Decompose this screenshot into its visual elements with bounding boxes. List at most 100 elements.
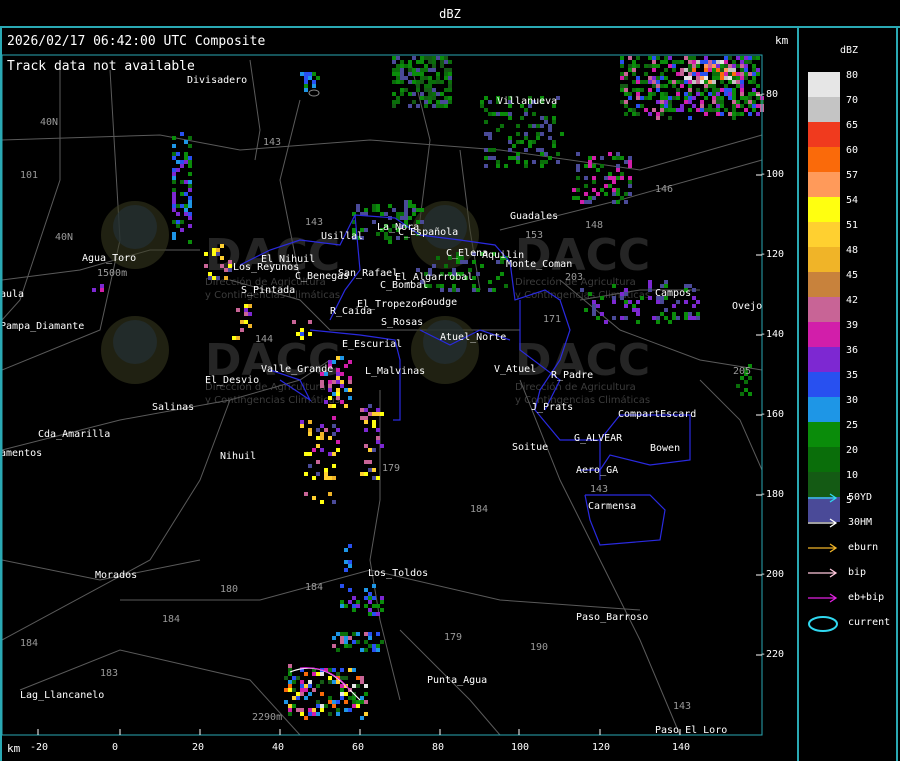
arrow-icon	[808, 568, 838, 578]
place-label: S_Rosas	[381, 317, 423, 328]
colorbar-level-label: 45	[846, 270, 859, 281]
place-label: Pampa_Diamante	[2, 321, 84, 332]
y-tick-label: -120	[760, 249, 785, 260]
colorbar-level-label: 54	[846, 195, 859, 206]
x-tick-label: 120	[592, 742, 611, 753]
x-tick-label: 140	[672, 742, 691, 753]
place-label: R_Caida	[330, 306, 372, 317]
place-label: Los_Toldos	[368, 568, 428, 579]
colorbar-level-label: 10	[846, 470, 859, 481]
route-number-label: 148	[585, 220, 603, 231]
place-label: Usillal	[321, 231, 363, 242]
colorbar-swatch	[808, 122, 840, 147]
place-label: Soitue	[512, 442, 548, 453]
place-label: CompartEscard	[618, 409, 696, 420]
y-tick-label: -100	[760, 169, 785, 180]
place-label: Nihuil	[220, 451, 256, 462]
track-status-label: Track data not available	[7, 59, 195, 74]
place-label: R_Padre	[551, 370, 593, 381]
colorbar-level-label: 25	[846, 420, 859, 431]
place-label: amentos	[2, 448, 42, 459]
route-number-label: 153	[525, 230, 543, 241]
colorbar-level-label: 30	[846, 395, 859, 406]
place-label: J_Prats	[531, 402, 573, 413]
colorbar-swatch	[808, 197, 840, 222]
route-number-label: 184	[20, 638, 38, 649]
route-number-label: 205	[733, 366, 751, 377]
place-label: Valle_Grande	[261, 364, 333, 375]
route-number-label: 40N	[55, 232, 73, 243]
track-legend-label: current	[848, 617, 891, 628]
y-tick-label: -180	[760, 489, 785, 500]
y-tick-label: -220	[760, 649, 785, 660]
y-tick-label: -160	[760, 409, 785, 420]
arrow-icon	[808, 593, 838, 603]
colorbar-level-label: 48	[846, 245, 859, 256]
colorbar-swatch	[808, 247, 840, 272]
place-label: Agua_Toro	[82, 253, 136, 264]
colorbar-level-label: 35	[846, 370, 859, 381]
route-number-label: 203	[565, 272, 583, 283]
arrow-icon	[808, 493, 838, 503]
km-unit-bottom: km	[7, 742, 21, 755]
route-number-label: 40N	[40, 117, 58, 128]
route-number-label: 101	[20, 170, 38, 181]
route-number-label: 184	[305, 582, 323, 593]
place-label: Bowen	[650, 443, 680, 454]
colorbar-title: dBZ	[840, 45, 859, 56]
place-label: V_Atuel	[494, 364, 536, 375]
place-label: E_Escurial	[342, 339, 402, 350]
place-label: El_Nihuil	[261, 254, 315, 265]
colorbar-swatch	[808, 372, 840, 397]
place-label: C_Bombal	[380, 280, 428, 291]
colorbar-swatch	[808, 272, 840, 297]
route-number-label: 180	[220, 584, 238, 595]
route-number-label: 1500m	[97, 268, 127, 279]
x-tick-label: 40	[272, 742, 285, 753]
place-label: Salinas	[152, 402, 194, 413]
colorbar-swatch	[808, 322, 840, 347]
route-number-label: 179	[382, 463, 400, 474]
colorbar-swatch	[808, 172, 840, 197]
route-number-label: 144	[255, 334, 273, 345]
colorbar-level-label: 60	[846, 145, 859, 156]
colorbar-swatch	[808, 422, 840, 447]
place-label: Paso_El_Loro	[655, 725, 727, 736]
track-legend-label: 30HM	[848, 517, 873, 528]
track-legend-label: eburn	[848, 542, 879, 553]
route-number-label: 143	[673, 701, 691, 712]
place-label: Carmensa	[588, 501, 636, 512]
track-legend-label: bip	[848, 567, 867, 578]
place-label: Paso_Barroso	[576, 612, 648, 623]
colorbar-level-label: 42	[846, 295, 859, 306]
x-tick-label: 0	[112, 742, 119, 753]
colorbar-swatch	[808, 397, 840, 422]
colorbar	[808, 72, 840, 522]
place-label: Campos	[655, 288, 691, 299]
colorbar-level-label: 80	[846, 70, 859, 81]
colorbar-level-label: 65	[846, 120, 859, 131]
route-number-label: 143	[590, 484, 608, 495]
colorbar-level-label: 36	[846, 345, 859, 356]
place-label: G_ALVEAR	[574, 433, 623, 444]
place-label: Guadales	[510, 211, 558, 222]
colorbar-swatch	[808, 297, 840, 322]
watermark-subtitle: y Contingencias Climáticas	[205, 394, 340, 406]
route-number-label: 190	[530, 642, 548, 653]
timestamp-label: 2026/02/17 06:42:00 UTC Composite	[7, 34, 266, 49]
place-label: Aquilin	[482, 250, 524, 261]
place-label: Aero_GA	[576, 465, 618, 476]
radar-map[interactable]: DACCDirección de Agriculturay Contingenc…	[2, 30, 797, 761]
route-number-label: 143	[263, 137, 281, 148]
route-number-label: 184	[162, 614, 180, 625]
colorbar-swatch	[808, 347, 840, 372]
x-tick-label: 60	[352, 742, 365, 753]
colorbar-swatch	[808, 72, 840, 97]
frame-right-border	[896, 28, 898, 761]
x-tick-label: 20	[192, 742, 205, 753]
km-unit-right: km	[775, 34, 789, 47]
colorbar-level-label: 20	[846, 445, 859, 456]
y-tick-label: -200	[760, 569, 785, 580]
place-label: aula	[2, 289, 24, 300]
y-tick-label: -140	[760, 329, 785, 340]
